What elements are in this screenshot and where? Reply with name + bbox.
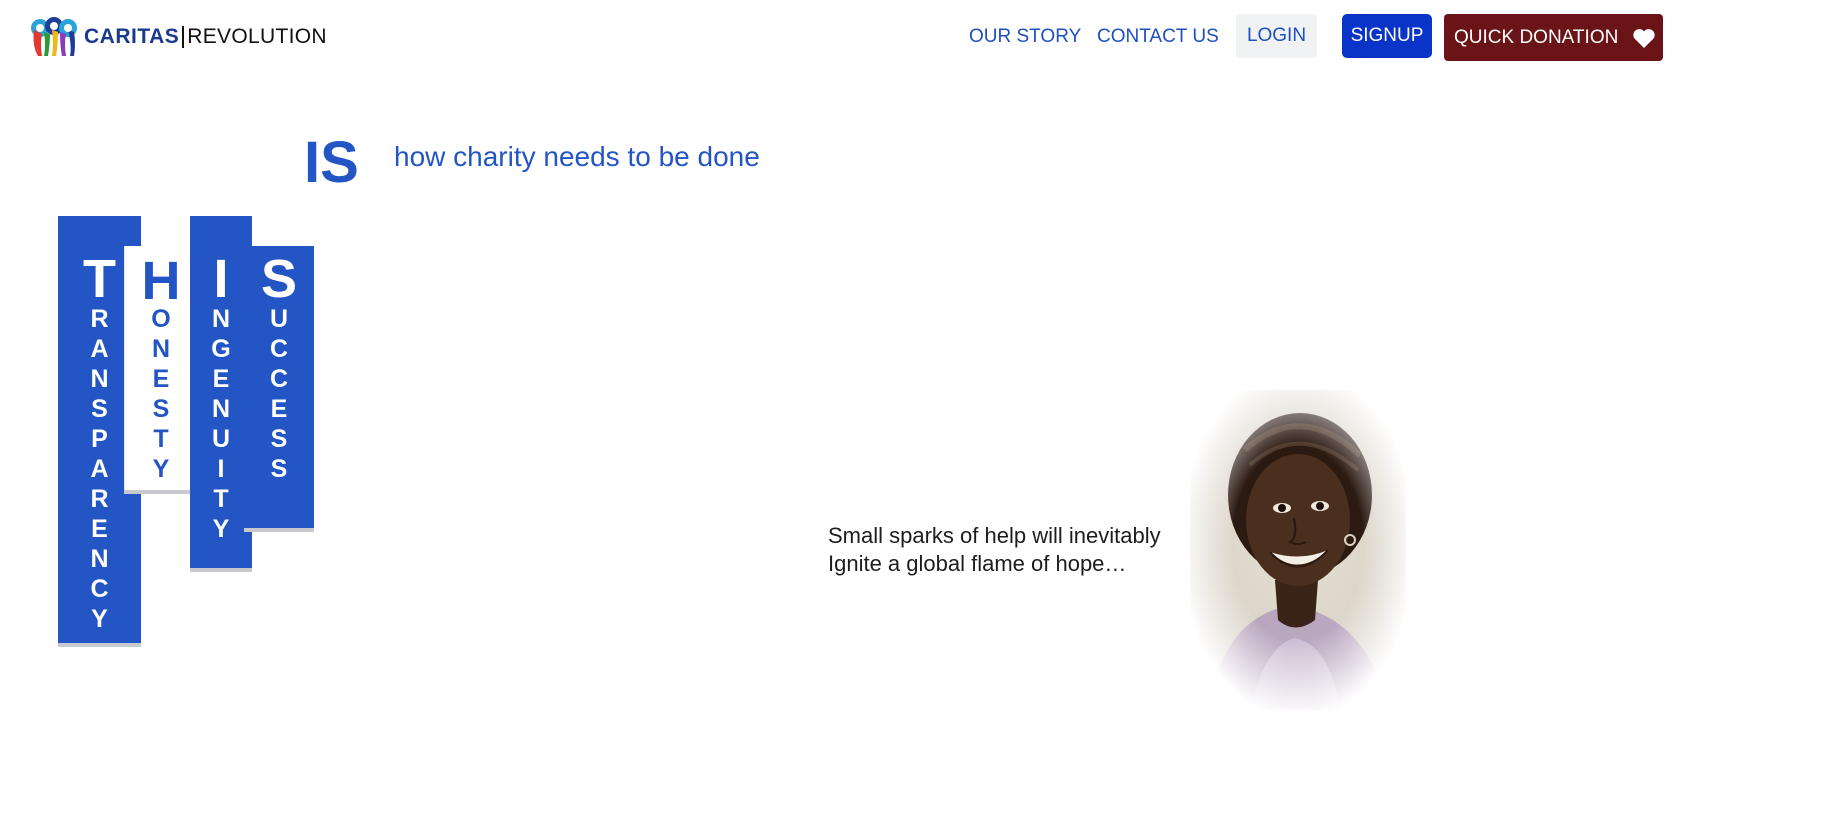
acronym-letter: O xyxy=(151,305,171,333)
site-logo[interactable]: CARITAS REVOLUTION xyxy=(28,16,327,58)
quick-donation-label: QUICK DONATION xyxy=(1454,26,1619,48)
acronym-column-honesty: H ONESTY xyxy=(124,246,197,490)
acronym-letter: C xyxy=(269,365,289,393)
acronym-word: ONESTY xyxy=(125,304,197,484)
login-button[interactable]: LOGIN xyxy=(1236,14,1317,58)
logo-brand-suffix: REVOLUTION xyxy=(187,25,327,48)
acronym-letter: T xyxy=(213,485,229,513)
quick-donation-button[interactable]: QUICK DONATION xyxy=(1444,14,1663,61)
hero-quote-line-2: Ignite a global flame of hope… xyxy=(828,551,1127,576)
logo-wordmark: CARITAS REVOLUTION xyxy=(84,25,327,49)
acronym-letter: E xyxy=(212,365,230,393)
acronym-letter: N xyxy=(211,305,231,333)
acronym-letter: C xyxy=(90,575,109,603)
acronym-letter: N xyxy=(151,335,171,363)
hero-quote: Small sparks of help will inevitably Ign… xyxy=(828,522,1161,578)
heart-icon xyxy=(1633,28,1655,48)
acronym-word: UCCESS xyxy=(244,304,314,484)
acronym-word: NGENUITY xyxy=(190,304,252,544)
acronym-letter: S xyxy=(152,395,170,423)
acronym-letter: E xyxy=(270,395,288,423)
login-button-label: LOGIN xyxy=(1246,25,1307,46)
acronym-initial: I xyxy=(213,249,229,309)
acronym-initial: H xyxy=(141,251,181,311)
acronym-letter: E xyxy=(91,515,108,543)
acronym-letter: S xyxy=(270,425,288,453)
logo-brand: CARITAS xyxy=(84,25,180,48)
nav-contact-us[interactable]: CONTACT US xyxy=(1097,26,1219,48)
acronym-letter: T xyxy=(153,425,169,453)
acronym-column-ingenuity: I NGENUITY xyxy=(190,216,252,568)
acronym-letter: E xyxy=(152,365,170,393)
acronym-letter: Y xyxy=(91,605,108,633)
acronym-letter: N xyxy=(211,395,231,423)
caritas-logo-icon xyxy=(31,17,77,56)
acronym-letter: I xyxy=(217,455,225,483)
acronym-letter: S xyxy=(270,455,288,483)
hero-tagline: how charity needs to be done xyxy=(394,141,760,172)
acronym-letter: G xyxy=(211,335,231,363)
acronym-letter: C xyxy=(269,335,289,363)
acronym-column-success: S UCCESS xyxy=(244,246,314,528)
hero-quote-line-1: Small sparks of help will inevitably xyxy=(828,523,1161,548)
acronym-letter: Y xyxy=(212,515,230,543)
acronym-letter: U xyxy=(211,425,231,453)
acronym-letter: U xyxy=(269,305,289,333)
nav-our-story[interactable]: OUR STORY xyxy=(969,26,1081,48)
signup-button[interactable]: SIGNUP xyxy=(1342,14,1432,58)
logo-divider xyxy=(182,26,185,48)
acronym-letter: N xyxy=(90,545,109,573)
hero-is-heading: IS xyxy=(304,130,359,195)
acronym-initial: S xyxy=(260,249,298,309)
acronym-letter: Y xyxy=(152,455,170,483)
signup-button-label: SIGNUP xyxy=(1350,25,1424,46)
hero-child-photo xyxy=(1190,390,1406,710)
